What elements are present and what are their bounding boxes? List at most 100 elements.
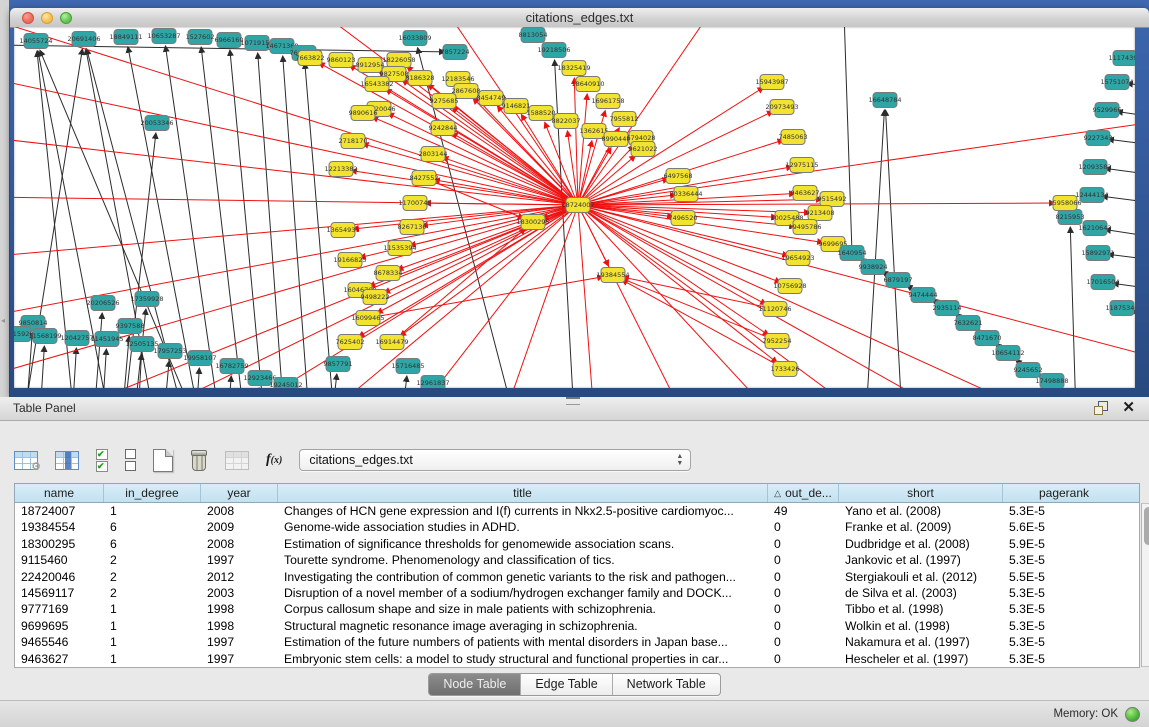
table-cell[interactable]: 9465546 <box>15 634 104 650</box>
graph-node[interactable]: 1733426 <box>771 362 800 377</box>
table-cell[interactable]: 0 <box>768 651 839 667</box>
scrollbar-thumb[interactable] <box>1144 507 1149 545</box>
graph-node[interactable]: 20336444 <box>669 187 702 202</box>
graph-node[interactable]: 17957253 <box>153 344 186 359</box>
table-row[interactable]: 1456911722003Disruption of a novel membe… <box>15 585 1139 601</box>
graph-node[interactable]: 11700745 <box>398 196 431 211</box>
table-vertical-scrollbar[interactable] <box>1141 503 1149 667</box>
graph-node[interactable]: 20691406 <box>67 32 100 47</box>
network-window-titlebar[interactable]: citations_edges.txt <box>10 8 1149 28</box>
table-cell[interactable]: 5.3E-5 <box>1003 585 1125 601</box>
table-cell[interactable]: 49 <box>768 503 839 519</box>
graph-node[interactable]: 10654112 <box>991 346 1024 361</box>
column-header-short[interactable]: short <box>839 484 1003 502</box>
graph-node[interactable]: 12444134 <box>1075 188 1108 203</box>
graph-node[interactable]: 8267130 <box>398 220 427 235</box>
table-row[interactable]: 946554611997Estimation of the future num… <box>15 634 1139 650</box>
graph-node[interactable]: 16914479 <box>375 335 408 350</box>
graph-node[interactable]: 6966160 <box>215 33 244 48</box>
table-cell[interactable]: 1 <box>104 634 201 650</box>
table-cell[interactable]: 5.5E-5 <box>1003 569 1125 585</box>
graph-node[interactable]: 10653287 <box>147 29 180 44</box>
table-row[interactable]: 2242004622012Investigating the contribut… <box>15 569 1139 585</box>
table-cell[interactable]: Franke et al. (2009) <box>839 519 1003 535</box>
graph-node[interactable]: 7952254 <box>763 334 792 349</box>
table-cell[interactable]: Estimation of the future numbers of pati… <box>278 634 768 650</box>
graph-node[interactable]: 19384554 <box>596 268 629 283</box>
table-cell[interactable]: 2 <box>104 552 201 568</box>
graph-node[interactable]: 16033809 <box>398 31 431 46</box>
table-cell[interactable]: 1 <box>104 618 201 634</box>
table-row[interactable]: 911546021997Tourette syndrome. Phenomeno… <box>15 552 1139 568</box>
graph-node[interactable]: 8471670 <box>973 331 1002 346</box>
graph-node[interactable]: 11535394 <box>383 241 416 256</box>
graph-node[interactable]: 9857791 <box>324 357 353 372</box>
graph-node[interactable]: 19218506 <box>537 43 570 58</box>
graph-node[interactable]: 17498888 <box>1035 374 1068 389</box>
table-cell[interactable]: 0 <box>768 519 839 535</box>
graph-node[interactable]: 11174395 <box>1108 51 1135 66</box>
graph-node[interactable]: 19958107 <box>183 351 216 366</box>
graph-node[interactable]: 13654931 <box>326 223 359 238</box>
graph-node[interactable]: 14055724 <box>19 34 52 49</box>
graph-node[interactable]: 6879197 <box>884 273 913 288</box>
table-cell[interactable]: Yano et al. (2008) <box>839 503 1003 519</box>
table-cell[interactable]: 18300295 <box>15 536 104 552</box>
table-row[interactable]: 969969511998Structural magnetic resonanc… <box>15 618 1139 634</box>
graph-node[interactable]: 19654923 <box>781 251 814 266</box>
graph-node[interactable]: 1640954 <box>838 246 867 261</box>
table-settings-icon[interactable]: ⚙ <box>14 451 38 470</box>
table-cell[interactable]: 0 <box>768 585 839 601</box>
table-select-dropdown[interactable]: citations_edges.txt ▲▼ <box>299 449 691 471</box>
network-view-window[interactable]: citations_edges.txt 14055724 20691406 1884… <box>10 8 1149 397</box>
table-cell[interactable]: 1997 <box>201 552 278 568</box>
table-cell[interactable]: Estimation of significance thresholds fo… <box>278 536 768 552</box>
graph-node[interactable]: 7632621 <box>954 316 983 331</box>
table-cell[interactable]: 1998 <box>201 601 278 617</box>
graph-node[interactable]: 9397588 <box>116 319 145 334</box>
graph-node[interactable]: 18300295 <box>516 215 549 230</box>
graph-node[interactable]: 8427552 <box>410 171 439 186</box>
table-cell[interactable]: 2003 <box>201 585 278 601</box>
column-header-year[interactable]: year <box>201 484 278 502</box>
table-cell[interactable]: Disruption of a novel member of a sodium… <box>278 585 768 601</box>
panel-splitter-handle[interactable] <box>566 397 580 405</box>
table-cell[interactable]: Wolkin et al. (1998) <box>839 618 1003 634</box>
table-cell[interactable]: 9115460 <box>15 552 104 568</box>
graph-node[interactable]: 12961837 <box>416 376 449 389</box>
table-cell[interactable]: 0 <box>768 634 839 650</box>
create-column-icon[interactable] <box>153 449 173 472</box>
graph-node[interactable]: 9515492 <box>818 192 847 207</box>
graph-node[interactable]: 18640910 <box>571 77 604 92</box>
graph-node[interactable]: 20053346 <box>140 116 173 131</box>
tab-network-table[interactable]: Network Table <box>613 674 720 695</box>
column-header-out_de[interactable]: △out_de... <box>768 484 839 502</box>
table-cell[interactable]: 0 <box>768 536 839 552</box>
select-columns-icon[interactable]: ✔✔ <box>96 449 108 472</box>
graph-node[interactable]: 7485063 <box>779 130 808 145</box>
graph-node[interactable]: 20206526 <box>86 296 119 311</box>
column-header-in_degree[interactable]: in_degree <box>104 484 201 502</box>
tab-node-table[interactable]: Node Table <box>429 674 521 695</box>
table-cell[interactable]: 2 <box>104 569 201 585</box>
tab-edge-table[interactable]: Edge Table <box>521 674 612 695</box>
table-cell[interactable]: 9463627 <box>15 651 104 667</box>
graph-node[interactable]: 16961758 <box>591 94 624 109</box>
table-cell[interactable]: Corpus callosum shape and size in male p… <box>278 601 768 617</box>
graph-node[interactable]: 8822037 <box>552 114 581 129</box>
table-cell[interactable]: 1 <box>104 651 201 667</box>
table-row[interactable]: 1830029562008Estimation of significance … <box>15 536 1139 552</box>
graph-node[interactable]: 15943987 <box>755 75 788 90</box>
graph-node[interactable]: 18849111 <box>109 30 142 45</box>
graph-node[interactable]: 9474444 <box>909 288 938 303</box>
delete-column-icon[interactable] <box>190 449 208 471</box>
graph-node[interactable]: 7663822 <box>296 51 325 66</box>
table-cell[interactable]: Genome-wide association studies in ADHD. <box>278 519 768 535</box>
graph-node[interactable]: 17359928 <box>130 292 163 307</box>
table-cell[interactable]: Tourette syndrome. Phenomenology and cla… <box>278 552 768 568</box>
table-cell[interactable]: 5.3E-5 <box>1003 552 1125 568</box>
graph-node[interactable]: 7496520 <box>669 211 698 226</box>
table-row[interactable]: 1872400712008Changes of HCN gene express… <box>15 503 1139 519</box>
graph-node[interactable]: 1527602 <box>186 30 215 45</box>
table-cell[interactable]: 14569117 <box>15 585 104 601</box>
